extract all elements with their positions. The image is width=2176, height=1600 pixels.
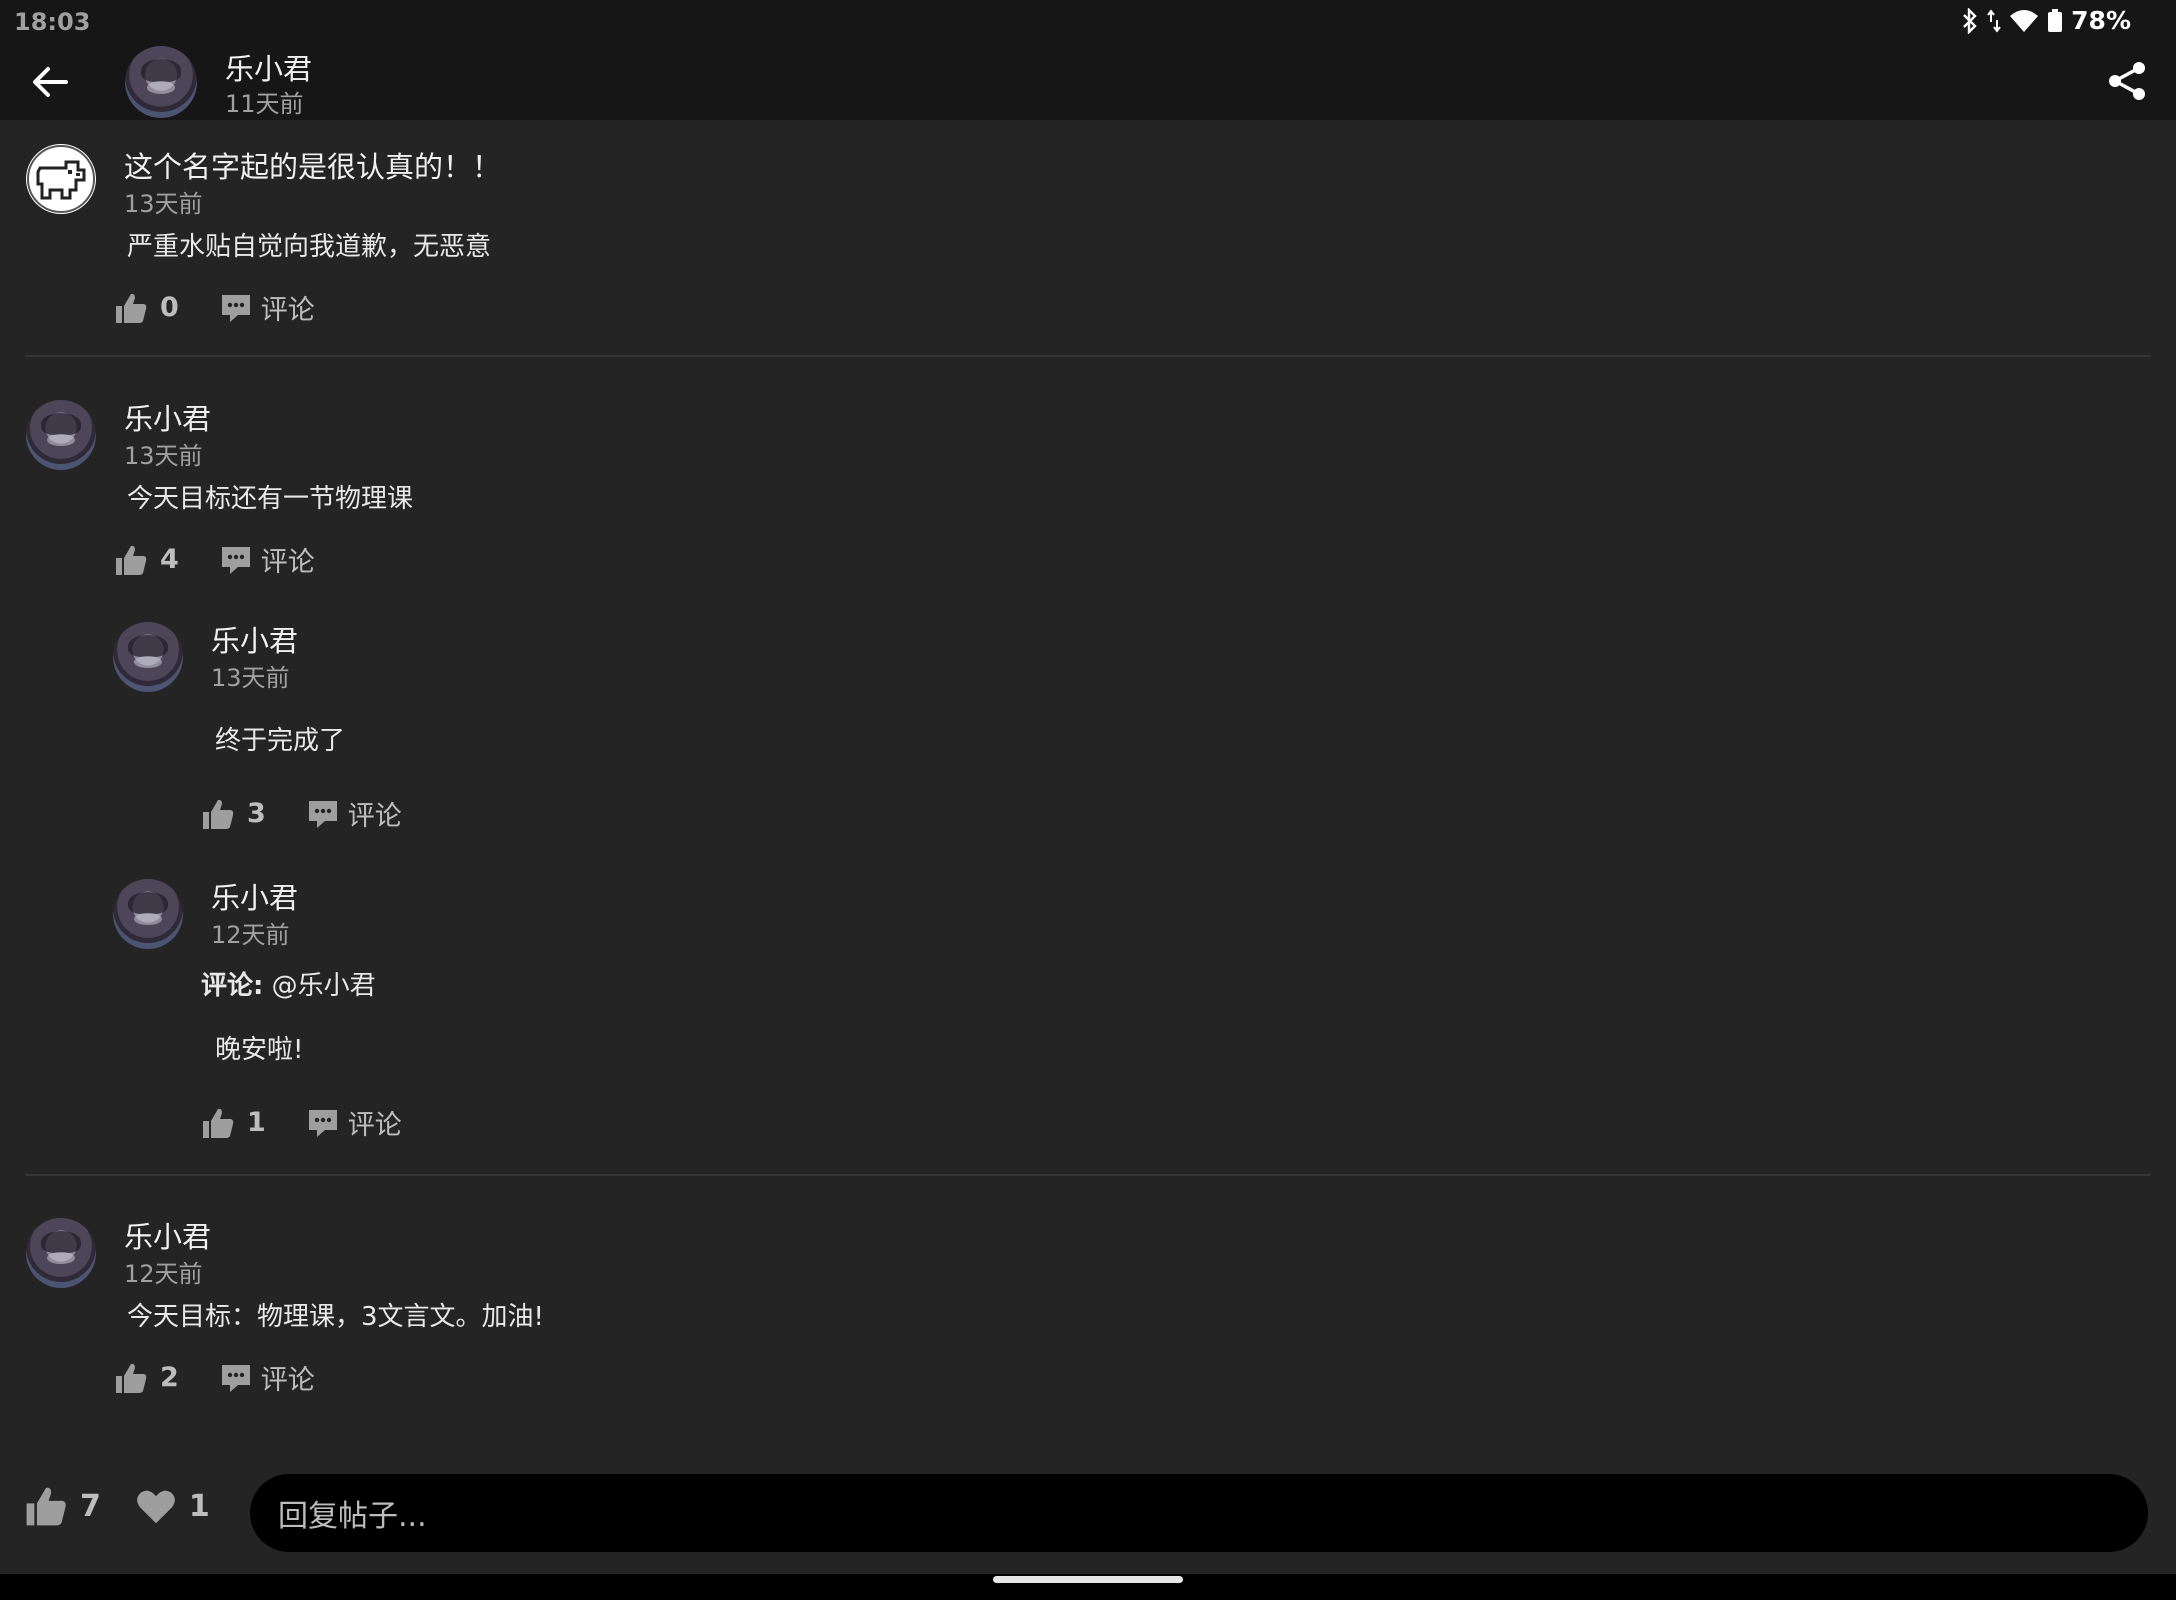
status-icons: 78% [1961,6,2131,35]
comment-text: 严重水贴自觉向我道歉，无恶意 [127,232,492,262]
user-avatar[interactable] [113,622,183,692]
comment-author[interactable]: 乐小君 [124,396,211,438]
like-count: 4 [160,544,179,575]
battery-percent: 78% [2071,6,2131,35]
status-bar: 18:03 78% [0,0,2176,42]
reply-author[interactable]: 乐小君 [211,618,298,660]
bottom-action-bar: 7 1 回复帖子... [0,1444,2176,1574]
reply-text: 终于完成了 [215,726,346,756]
comment-bubble-icon[interactable] [219,1361,253,1395]
like-count: 1 [247,1107,266,1138]
reply-actions: 3 评论 [201,794,402,833]
reply-quote-target[interactable]: @乐小君 [272,971,376,1001]
wifi-icon [2010,9,2039,32]
comment-text: 今天目标还有一节物理课 [127,484,414,514]
reply-quote-label: 评论: [201,971,264,1001]
reply-time: 13天前 [211,664,290,692]
like-count: 3 [247,798,266,829]
status-time: 18:03 [14,8,91,36]
like-count: 0 [160,292,179,323]
comment-button-label[interactable]: 评论 [261,1358,315,1397]
bluetooth-icon [1963,7,1977,34]
reply-quote: 评论: @乐小君 [201,965,376,1002]
comment-author[interactable]: 乐小君 [124,1214,211,1256]
comment-button-label[interactable]: 评论 [261,288,315,327]
reply-text: 晚安啦! [215,1035,304,1065]
top-app-bar: 乐小君 11天前 [0,42,2176,120]
thumbs-up-icon[interactable] [201,797,235,831]
gesture-handle[interactable] [993,1576,1183,1583]
comment-bubble-icon[interactable] [306,1106,340,1140]
comment-bubble-icon[interactable] [306,797,340,831]
thumbs-up-icon[interactable] [114,543,148,577]
reply-input-placeholder: 回复帖子... [278,1499,427,1534]
thumbs-up-icon[interactable] [201,1106,235,1140]
comment-actions: 2 评论 [114,1358,315,1397]
heart-icon[interactable] [135,1485,177,1527]
post-favorite-count: 1 [188,1488,210,1524]
comment-button-label[interactable]: 评论 [261,540,315,579]
reply-actions: 1 评论 [201,1103,402,1142]
battery-icon [2048,8,2063,32]
thumbs-up-icon[interactable] [114,291,148,325]
header-time: 11天前 [225,90,304,118]
divider [26,355,2150,357]
comment-actions: 4 评论 [114,540,315,579]
thumbs-up-icon[interactable] [114,1361,148,1395]
reply-time: 12天前 [211,921,290,949]
back-arrow-icon[interactable] [30,62,70,102]
dog-avatar-icon [27,145,95,213]
divider [26,1174,2150,1176]
reply-post-input[interactable]: 回复帖子... [250,1474,2148,1552]
comment-time: 12天前 [124,1260,203,1288]
share-icon[interactable] [2106,60,2148,102]
comment-text: 今天目标：物理课，3文言文。加油! [127,1302,544,1332]
user-avatar[interactable] [26,400,96,470]
header-author[interactable]: 乐小君 [225,46,312,88]
comment-button-label[interactable]: 评论 [348,1103,402,1142]
user-avatar[interactable] [113,879,183,949]
user-avatar[interactable] [26,1218,96,1288]
reply-author[interactable]: 乐小君 [211,875,298,917]
user-avatar[interactable] [26,144,96,214]
like-count: 2 [160,1362,179,1393]
data-arrows-icon [1987,8,2001,33]
post-like-action[interactable]: 7 1 [24,1484,250,1528]
comment-time: 13天前 [124,190,203,218]
comment-time: 13天前 [124,442,203,470]
comment-button-label[interactable]: 评论 [348,794,402,833]
thumbs-up-icon[interactable] [24,1484,68,1528]
header-avatar[interactable] [125,46,197,118]
comment-bubble-icon[interactable] [219,543,253,577]
post-like-count: 7 [80,1488,101,1524]
comment-author[interactable]: 这个名字起的是很认真的！！ [124,144,501,186]
comment-bubble-icon[interactable] [219,291,253,325]
comment-actions: 0 评论 [114,288,315,327]
